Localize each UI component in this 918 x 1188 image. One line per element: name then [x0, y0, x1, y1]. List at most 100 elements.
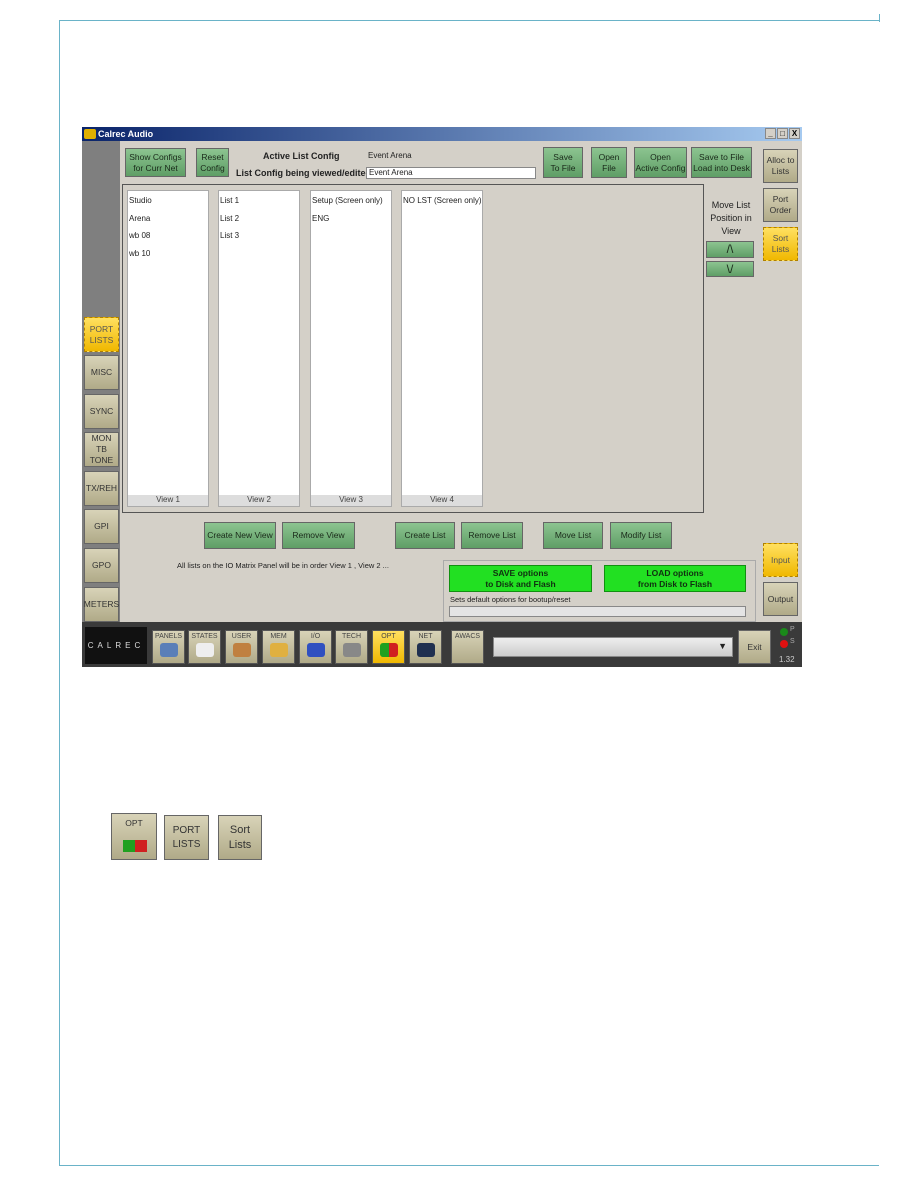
- awacs-button[interactable]: AWACS: [451, 630, 484, 664]
- tab-opt[interactable]: OPT: [372, 630, 405, 664]
- sort-lists-icon-sample: Sort Lists: [218, 815, 262, 860]
- sidebar-meters[interactable]: METERS: [84, 587, 119, 622]
- arrows-icon: [306, 643, 325, 657]
- sidebar-gpi[interactable]: GPI: [84, 509, 119, 544]
- move-up-button[interactable]: /\: [706, 241, 754, 258]
- tab-mem[interactable]: MEM: [262, 630, 295, 664]
- s-led-label: S: [790, 638, 795, 645]
- tab-label: NET: [418, 633, 433, 640]
- list-item[interactable]: wb 10: [128, 244, 208, 262]
- tab-net[interactable]: NET: [409, 630, 442, 664]
- tab-label: MEM: [270, 633, 287, 640]
- title-bar: Calrec Audio _ □ X: [82, 127, 802, 141]
- sidebar-sync[interactable]: SYNC: [84, 394, 119, 429]
- network-icon: [416, 643, 435, 657]
- sidebar-port-lists[interactable]: PORT LISTS: [84, 317, 119, 352]
- list-item[interactable]: NO LST (Screen only): [402, 191, 482, 209]
- edited-config-field[interactable]: Event Arena: [366, 167, 536, 179]
- list-item[interactable]: List 3: [219, 226, 299, 244]
- s-led-icon: [780, 640, 788, 648]
- sidebar-misc[interactable]: MISC: [84, 355, 119, 390]
- options-note: Sets default options for bootup/reset: [450, 595, 571, 604]
- active-config-label: Active List Config: [263, 151, 340, 161]
- open-file-button[interactable]: Open File: [591, 147, 627, 178]
- view-3-list[interactable]: Setup (Screen only) ENG View 3: [310, 190, 392, 507]
- move-down-button[interactable]: \/: [706, 261, 754, 277]
- maximize-button[interactable]: □: [777, 128, 788, 139]
- tab-label: I/O: [310, 633, 321, 640]
- create-new-view-button[interactable]: Create New View: [204, 522, 276, 549]
- calrec-window: Calrec Audio _ □ X PORT LISTS MISC SYNC …: [82, 127, 802, 667]
- output-button[interactable]: Output: [763, 582, 798, 616]
- hands-icon: [232, 643, 251, 657]
- sort-lists-button[interactable]: Sort Lists: [763, 227, 798, 261]
- reset-config-button[interactable]: Reset Config: [196, 148, 229, 177]
- page-frame-tick: [879, 14, 880, 22]
- sidebar-mon-tb-tone[interactable]: MON TB TONE: [84, 432, 119, 467]
- remove-list-button[interactable]: Remove List: [461, 522, 523, 549]
- show-configs-button[interactable]: Show Configs for Curr Net: [125, 148, 186, 177]
- remove-view-button[interactable]: Remove View: [282, 522, 355, 549]
- gears-icon: [342, 643, 361, 657]
- tab-tech[interactable]: TECH: [335, 630, 368, 664]
- view-label: View 3: [311, 495, 391, 506]
- save-options-button[interactable]: SAVE options to Disk and Flash: [449, 565, 592, 592]
- list-item[interactable]: Setup (Screen only): [311, 191, 391, 209]
- calrec-logo: CALREC: [85, 627, 147, 664]
- dropdown-select[interactable]: ▼: [493, 637, 733, 657]
- p-led-icon: [780, 628, 788, 636]
- tab-io[interactable]: I/O: [299, 630, 332, 664]
- exit-button[interactable]: Exit: [738, 630, 771, 664]
- views-panel: Studio Arena wb 08 wb 10 View 1 List 1 L…: [122, 184, 704, 513]
- list-item[interactable]: List 1: [219, 191, 299, 209]
- sidebar-gpo[interactable]: GPO: [84, 548, 119, 583]
- minimize-button[interactable]: _: [765, 128, 776, 139]
- list-item[interactable]: List 2: [219, 209, 299, 227]
- list-item[interactable]: Arena: [128, 209, 208, 227]
- load-options-button[interactable]: LOAD options from Disk to Flash: [604, 565, 746, 592]
- save-to-file-button[interactable]: Save To File: [543, 147, 583, 178]
- tab-states[interactable]: STATES: [188, 630, 221, 664]
- tab-label: PANELS: [154, 633, 183, 640]
- modify-list-button[interactable]: Modify List: [610, 522, 672, 549]
- view-4-list[interactable]: NO LST (Screen only) View 4: [401, 190, 483, 507]
- brain-icon: [269, 643, 288, 657]
- opt-label: OPT: [125, 818, 143, 828]
- view-2-list[interactable]: List 1 List 2 List 3 View 2: [218, 190, 300, 507]
- close-button[interactable]: X: [789, 128, 800, 139]
- edited-config-label: List Config being viewed/edited: [236, 168, 372, 178]
- chevron-down-icon: ▼: [718, 641, 727, 651]
- view-label: View 2: [219, 495, 299, 506]
- info-text: All lists on the IO Matrix Panel will be…: [177, 561, 389, 570]
- panels-icon: [159, 643, 178, 657]
- tab-panels[interactable]: PANELS: [152, 630, 185, 664]
- list-item[interactable]: Studio: [128, 191, 208, 209]
- tab-label: OPT: [381, 633, 396, 640]
- create-list-button[interactable]: Create List: [395, 522, 455, 549]
- tab-label: TECH: [341, 633, 362, 640]
- tab-label: USER: [231, 633, 252, 640]
- tab-label: STATES: [191, 633, 218, 640]
- tab-user[interactable]: USER: [225, 630, 258, 664]
- view-label: View 1: [128, 495, 208, 506]
- sidebar-tx-reh[interactable]: TX/REH: [84, 471, 119, 506]
- progress-bar: [449, 606, 746, 617]
- page-frame-left: [59, 20, 60, 1166]
- list-item[interactable]: ENG: [311, 209, 391, 227]
- port-order-button[interactable]: Port Order: [763, 188, 798, 222]
- save-load-desk-button[interactable]: Save to File Load into Desk: [691, 147, 752, 178]
- view-1-list[interactable]: Studio Arena wb 08 wb 10 View 1: [127, 190, 209, 507]
- version-label: 1.32: [779, 655, 795, 664]
- taskbar: CALREC PANELS STATES USER MEM I/O TECH O…: [82, 622, 802, 667]
- check-cross-icon: [379, 643, 398, 657]
- alloc-to-lists-button[interactable]: Alloc to Lists: [763, 149, 798, 183]
- input-button[interactable]: Input: [763, 543, 798, 577]
- list-item[interactable]: wb 08: [128, 226, 208, 244]
- cloud-icon: [195, 643, 214, 657]
- p-led-label: P: [790, 626, 795, 633]
- view-label: View 4: [402, 495, 482, 506]
- open-active-config-button[interactable]: Open Active Config: [634, 147, 687, 178]
- active-config-value: Event Arena: [368, 151, 412, 160]
- page-frame-bottom: [59, 1165, 879, 1166]
- move-list-button[interactable]: Move List: [543, 522, 603, 549]
